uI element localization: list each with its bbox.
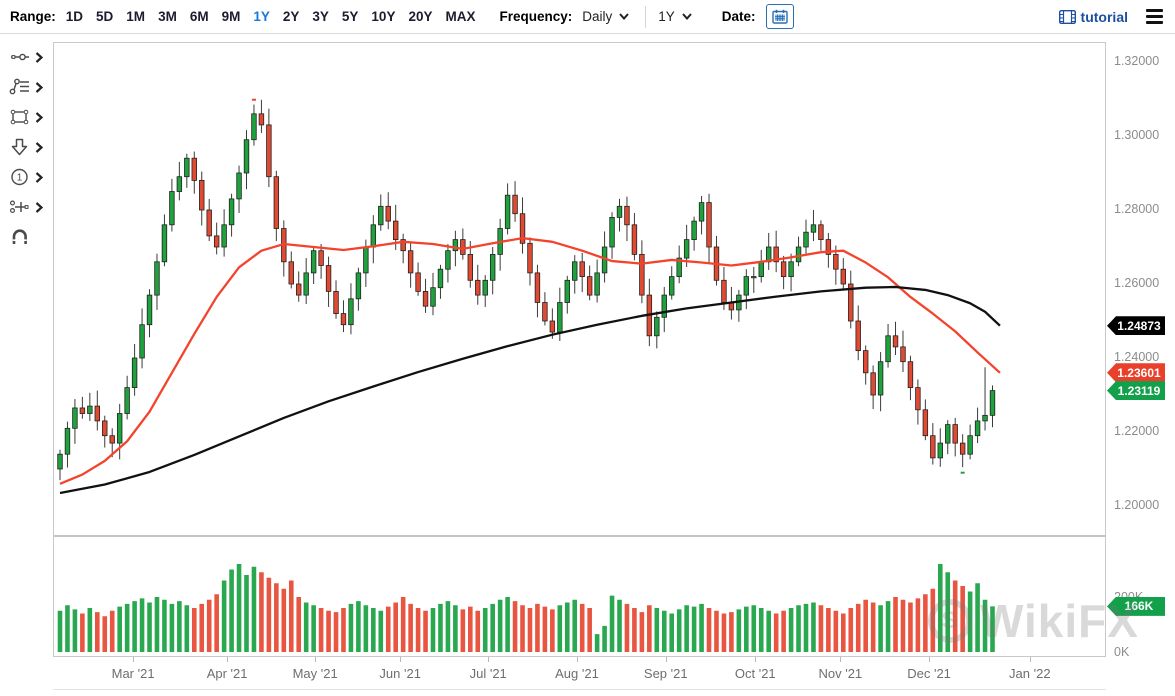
last-volume-badge: 166K [1107, 597, 1165, 616]
tool-arrow[interactable] [0, 132, 48, 162]
range-option-10y[interactable]: 10Y [371, 9, 395, 24]
range-option-5y[interactable]: 5Y [342, 9, 359, 24]
tool-number-annotation[interactable]: 1 [0, 162, 48, 192]
chart-application: Range: 1D 5D 1M 3M 6M 9M 1Y 2Y 3Y 5Y 10Y 20Y MAX Fre… [0, 0, 1175, 696]
frequency-label: Frequency: [499, 9, 572, 24]
range-option-3y[interactable]: 3Y [312, 9, 329, 24]
series-ma_slow [60, 287, 1000, 493]
drawing-toolbar: 1 [0, 42, 48, 252]
trend-line-icon [9, 47, 31, 67]
price-axis-label: 1.28000 [1114, 202, 1159, 216]
price-axis-label: 1.24000 [1114, 350, 1159, 364]
time-axis-tick [315, 657, 316, 662]
range-option-1m[interactable]: 1M [126, 9, 145, 24]
panel-divider[interactable] [53, 535, 1106, 537]
chevron-right-icon [35, 82, 43, 93]
time-axis-label: Nov '21 [818, 666, 862, 681]
time-axis: Mar '21 Apr '21 May '21 Jun '21 Jul '21 Aug '… [53, 657, 1106, 690]
toolbar-separator [645, 6, 646, 28]
time-axis-label: Jan '22 [1009, 666, 1051, 681]
tutorial-button[interactable]: tutorial [1059, 9, 1128, 25]
date-label: Date: [722, 9, 756, 24]
range-option-20y[interactable]: 20Y [408, 9, 432, 24]
magnet-icon [9, 227, 31, 247]
film-icon [1059, 10, 1076, 24]
time-axis-label: Oct '21 [735, 666, 776, 681]
tool-shape[interactable] [0, 102, 48, 132]
chevron-right-icon [35, 52, 43, 63]
time-axis-tick [488, 657, 489, 662]
price-chart-canvas[interactable] [54, 43, 1105, 535]
last-price-badge-ma_fast: 1.23601 [1107, 363, 1165, 382]
chevron-right-icon [35, 142, 43, 153]
menu-icon[interactable] [1144, 7, 1165, 26]
last-price-badge-close: 1.23119 [1107, 381, 1165, 400]
time-axis-tick [840, 657, 841, 662]
frequency-value: Daily [582, 9, 612, 24]
volume-chart-canvas[interactable] [54, 538, 1105, 656]
calendar-icon [772, 9, 788, 24]
chevron-right-icon [35, 112, 43, 123]
chevron-right-icon [35, 202, 43, 213]
rectangle-shape-icon [9, 107, 31, 127]
chevron-down-icon [682, 13, 692, 20]
time-axis-label: Sep '21 [644, 666, 688, 681]
last-price-badge-ma_slow: 1.24873 [1107, 316, 1165, 335]
price-axis-label: 1.32000 [1114, 54, 1159, 68]
range-option-3m[interactable]: 3M [158, 9, 177, 24]
time-axis-label: Aug '21 [555, 666, 599, 681]
range-label: Range: [10, 9, 56, 24]
tool-magnet-snap[interactable] [0, 222, 48, 252]
time-axis-tick [133, 657, 134, 662]
chevron-down-icon [619, 13, 629, 20]
tool-trend-line[interactable] [0, 42, 48, 72]
date-picker-button[interactable] [766, 4, 794, 29]
time-axis-label: May '21 [293, 666, 338, 681]
price-axis-label: 1.22000 [1114, 424, 1159, 438]
time-axis-label: Apr '21 [207, 666, 248, 681]
range-option-max[interactable]: MAX [445, 9, 475, 24]
top-toolbar: Range: 1D 5D 1M 3M 6M 9M 1Y 2Y 3Y 5Y 10Y 20Y MAX Fre… [0, 0, 1175, 34]
range-option-1y[interactable]: 1Y [253, 9, 270, 24]
time-axis-label: Dec '21 [907, 666, 951, 681]
time-axis-tick [577, 657, 578, 662]
time-axis-tick [400, 657, 401, 662]
time-axis-tick [1030, 657, 1031, 662]
price-axis-label: 1.20000 [1114, 498, 1159, 512]
range-option-9m[interactable]: 9M [222, 9, 241, 24]
range-option-1d[interactable]: 1D [66, 9, 83, 24]
period-value: 1Y [658, 9, 675, 24]
period-dropdown[interactable]: 1Y [658, 9, 692, 24]
time-axis-tick [666, 657, 667, 662]
frequency-dropdown[interactable]: Daily [582, 9, 629, 24]
time-axis-tick [755, 657, 756, 662]
range-option-5d[interactable]: 5D [96, 9, 113, 24]
volume-axis-label: 0K [1114, 645, 1129, 659]
tool-measure[interactable] [0, 192, 48, 222]
chevron-right-icon [35, 172, 43, 183]
time-axis-label: Jul '21 [470, 666, 507, 681]
tool-annotation-lines[interactable] [0, 72, 48, 102]
measure-icon [9, 197, 31, 217]
time-axis-label: Mar '21 [112, 666, 155, 681]
range-options: 1D 5D 1M 3M 6M 9M 1Y 2Y 3Y 5Y 10Y 20Y MAX [66, 9, 476, 24]
tutorial-label: tutorial [1081, 9, 1128, 25]
time-axis-tick [929, 657, 930, 662]
circled-one-icon: 1 [9, 167, 31, 187]
time-axis-label: Jun '21 [379, 666, 421, 681]
range-option-2y[interactable]: 2Y [283, 9, 300, 24]
time-axis-tick [227, 657, 228, 662]
price-axis-label: 1.30000 [1114, 128, 1159, 142]
down-arrow-icon [9, 137, 31, 157]
lines-list-icon [9, 77, 31, 97]
price-axis-label: 1.26000 [1114, 276, 1159, 290]
svg-text:1: 1 [17, 173, 23, 184]
range-option-6m[interactable]: 6M [190, 9, 209, 24]
